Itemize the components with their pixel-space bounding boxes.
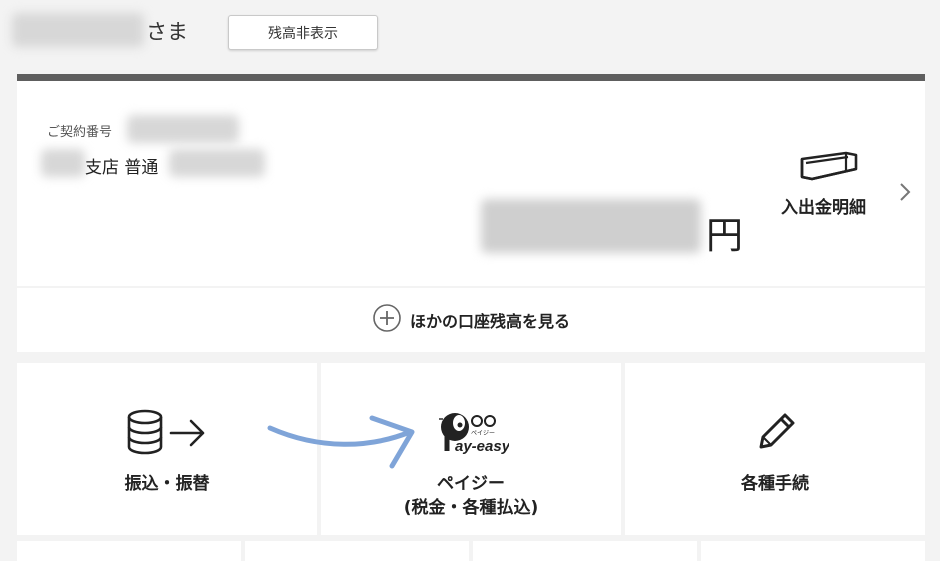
pay-easy-tile[interactable]: ペイジー ay-easy ペイジー (税金・各種払込) xyxy=(321,363,621,535)
pay-easy-label: ペイジー xyxy=(437,474,505,494)
database-arrow-icon xyxy=(127,409,207,461)
procedures-label: 各種手続 xyxy=(741,474,809,494)
chevron-right-icon[interactable] xyxy=(899,182,911,206)
pay-easy-logo-text: ay-easy xyxy=(455,438,509,455)
other-accounts-button[interactable]: ほかの口座残高を見る xyxy=(17,288,925,352)
hide-balance-button[interactable]: 残高非表示 xyxy=(228,15,378,50)
bottom-tile-1[interactable] xyxy=(17,541,241,561)
transfer-tile[interactable]: 振込・振替 xyxy=(17,363,317,535)
transfer-label: 振込・振替 xyxy=(124,474,210,494)
redacted-balance xyxy=(481,199,701,253)
pay-easy-logo: ペイジー ay-easy xyxy=(435,405,511,461)
passbook-icon xyxy=(798,149,860,189)
user-name-suffix: さま xyxy=(146,20,188,44)
account-card: ご契約番号 支店 普通 円 入出金明細 xyxy=(17,74,925,286)
statement-label: 入出金明細 xyxy=(781,198,866,218)
pay-easy-logo-small-text: ペイジー xyxy=(471,430,495,437)
bottom-tile-2[interactable] xyxy=(245,541,469,561)
contract-number-label: ご契約番号 xyxy=(47,125,113,140)
other-accounts-label: ほかの口座残高を見る xyxy=(409,312,570,331)
top-bar: さま 残高非表示 xyxy=(0,0,940,72)
plus-circle-icon xyxy=(372,303,402,337)
currency-unit: 円 xyxy=(706,214,743,257)
redacted-user-name xyxy=(12,13,144,47)
pay-easy-sublabel: (税金・各種払込) xyxy=(403,498,539,518)
branch-account-type: 支店 普通 xyxy=(85,158,159,178)
procedures-tile[interactable]: 各種手続 xyxy=(625,363,925,535)
bottom-tile-3[interactable] xyxy=(473,541,697,561)
pencil-icon xyxy=(753,407,801,459)
bottom-tile-4[interactable] xyxy=(701,541,925,561)
redacted-contract-number xyxy=(127,115,239,143)
redacted-account-number xyxy=(169,149,265,177)
redacted-branch-name xyxy=(41,149,85,177)
